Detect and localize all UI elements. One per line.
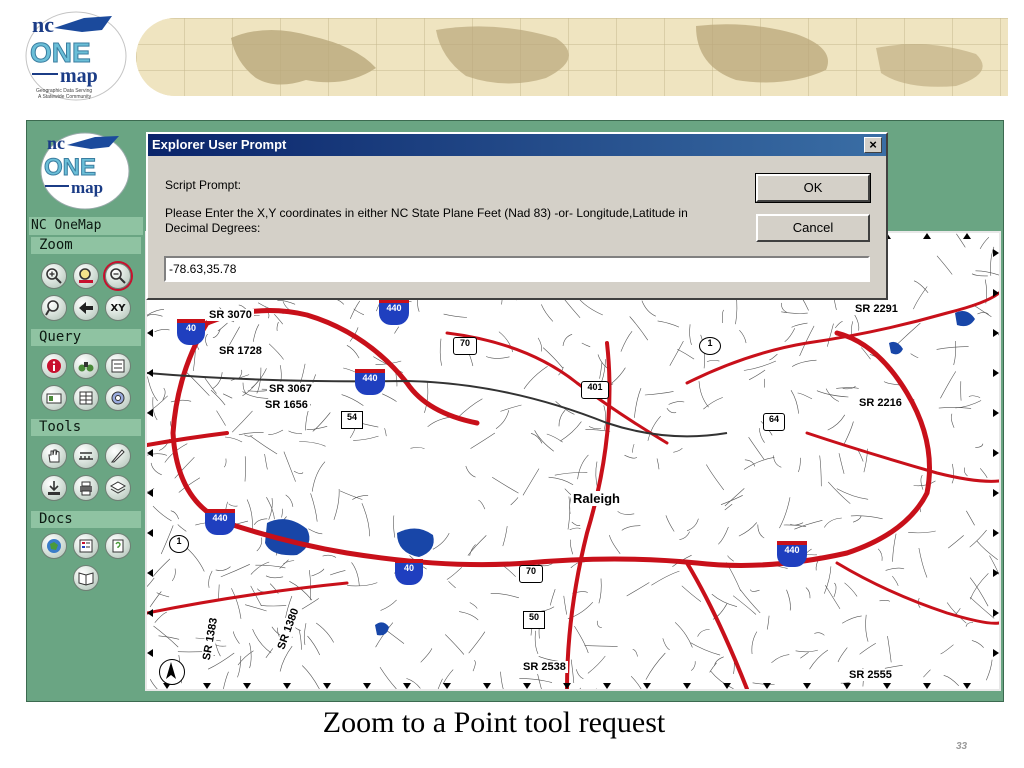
road-label: SR 1656: [263, 399, 310, 411]
svg-text:A Statewide Community: A Statewide Community: [38, 94, 92, 100]
print-icon[interactable]: [73, 475, 99, 501]
state-route-shield: 54: [341, 411, 363, 429]
dialog-title: Explorer User Prompt: [152, 137, 287, 152]
dialog-title-bar[interactable]: Explorer User Prompt ×: [148, 134, 886, 156]
xy-icon[interactable]: XY: [105, 295, 131, 321]
interstate-shield: 440: [355, 369, 385, 395]
road-label: SR 2291: [853, 303, 900, 315]
app-brand-label: NC OneMap: [29, 217, 143, 235]
tools-section-header: Tools: [31, 419, 141, 436]
nc-onemap-logo: nc ONE map Geographic Data Serving A Sta…: [24, 6, 136, 104]
north-arrow-icon: [159, 659, 185, 685]
sidebar-logo: nc ONE map: [39, 127, 135, 211]
cancel-button[interactable]: Cancel: [756, 214, 870, 242]
map-view[interactable]: 40 440 440 440 40 440 70 1 401 54 64 1 7…: [145, 231, 1001, 691]
zoom-section-header: Zoom: [31, 237, 141, 254]
script-prompt-label: Script Prompt:: [165, 178, 242, 192]
metadata-icon[interactable]: [41, 533, 67, 559]
svg-text:map: map: [71, 178, 103, 197]
zoom-out-icon[interactable]: [105, 263, 131, 289]
svg-text:nc: nc: [32, 12, 54, 37]
svg-text:nc: nc: [47, 133, 65, 153]
us-route-shield: 70: [453, 337, 477, 355]
us-route-shield: 70: [519, 565, 543, 583]
us-route-shield: 1: [699, 337, 721, 355]
prompt-message: Please Enter the X,Y coordinates in eith…: [165, 206, 688, 235]
road-label: SR 1728: [217, 345, 264, 357]
road-label: SR 3067: [267, 383, 314, 395]
zoom-extent-icon[interactable]: [73, 263, 99, 289]
download-icon[interactable]: [41, 475, 67, 501]
slide-caption: Zoom to a Point tool request: [322, 706, 666, 739]
page-number: 33: [956, 741, 968, 752]
back-arrow-icon[interactable]: [73, 295, 99, 321]
interstate-shield: 40: [395, 559, 423, 585]
interstate-shield: 440: [205, 509, 235, 535]
help-icon[interactable]: [105, 533, 131, 559]
state-route-shield: 50: [523, 611, 545, 629]
identify-icon[interactable]: [41, 353, 67, 379]
ok-button[interactable]: OK: [755, 173, 871, 203]
interstate-shield: 440: [379, 299, 409, 325]
select-icon[interactable]: [41, 385, 67, 411]
map-canvas: [147, 233, 999, 689]
city-label-raleigh: Raleigh: [571, 491, 622, 506]
close-button[interactable]: ×: [864, 137, 882, 153]
us-route-shield: 401: [581, 381, 609, 399]
road-label: SR 2555: [847, 669, 894, 681]
measure-icon[interactable]: [73, 443, 99, 469]
zoom-in-icon[interactable]: [41, 263, 67, 289]
svg-text:map: map: [60, 65, 98, 87]
interstate-shield: 440: [777, 541, 807, 567]
layers-icon[interactable]: [105, 475, 131, 501]
svg-text:ONE: ONE: [44, 154, 96, 181]
road-label: SR 3070: [207, 309, 254, 321]
road-label: SR 2216: [857, 397, 904, 409]
book-icon[interactable]: [73, 565, 99, 591]
find-icon[interactable]: [73, 353, 99, 379]
map-banner: [136, 18, 1008, 96]
table-icon[interactable]: [73, 385, 99, 411]
docs-section-header: Docs: [31, 511, 141, 528]
query-builder-icon[interactable]: [105, 353, 131, 379]
coordinate-input[interactable]: -78.63,35.78: [164, 256, 870, 282]
explorer-user-prompt-dialog: Explorer User Prompt × Script Prompt: Pl…: [146, 132, 888, 300]
interstate-shield: 40: [177, 319, 205, 345]
xy-label: XY: [110, 302, 126, 314]
zoom-previous-icon[interactable]: [41, 295, 67, 321]
svg-text:ONE: ONE: [30, 37, 91, 68]
clear-icon[interactable]: [105, 443, 131, 469]
buffer-icon[interactable]: [105, 385, 131, 411]
pan-icon[interactable]: [41, 443, 67, 469]
toolbar-sidebar: nc ONE map NC OneMap Zoom XY Query Tools…: [27, 121, 145, 701]
query-section-header: Query: [31, 329, 141, 346]
us-route-shield: 64: [763, 413, 785, 431]
legend-icon[interactable]: [73, 533, 99, 559]
road-label: SR 2538: [521, 661, 568, 673]
us-route-shield: 1: [169, 535, 189, 553]
